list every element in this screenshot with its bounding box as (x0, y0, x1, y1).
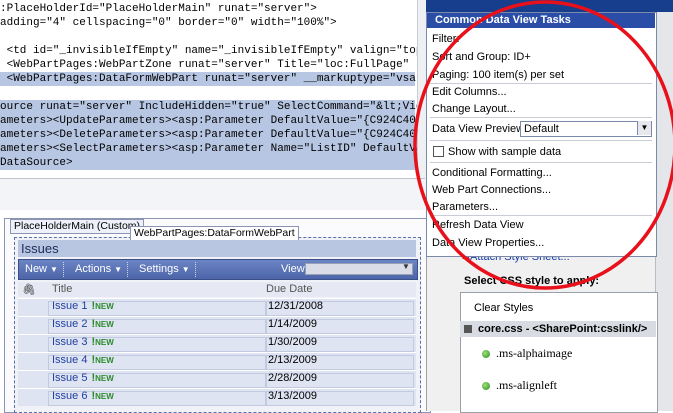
new-badge: NEW (95, 356, 114, 365)
new-menu-button[interactable]: New ▼ (25, 262, 58, 277)
separator (430, 162, 652, 163)
sort-group-link[interactable]: Sort and Group: ID+ (432, 51, 531, 63)
code-line[interactable]: ameters><SelectParameters><asp:Parameter… (0, 142, 425, 156)
code-line[interactable]: :PlaceHolderId="PlaceHolderMain" runat="… (0, 2, 317, 16)
clear-styles-item[interactable]: Clear Styles (474, 302, 533, 314)
toolbar-separator (63, 262, 66, 277)
css-style-item[interactable]: .ms-alignleft (482, 378, 557, 393)
due-date: 1/14/2009 (268, 318, 317, 330)
separator (430, 83, 652, 84)
data-view-preview-select[interactable]: Default (520, 121, 652, 137)
style-bullet-icon (482, 382, 490, 390)
code-line[interactable]: ource runat="server" IncludeHidden="true… (0, 100, 425, 114)
separator (430, 215, 652, 216)
new-badge: NEW (95, 392, 114, 401)
chevron-down-icon[interactable]: ▼ (637, 121, 651, 135)
issue-title-link[interactable]: Issue 6 !NEW (52, 390, 114, 402)
issue-title-link[interactable]: Issue 2 !NEW (52, 318, 114, 330)
issue-title-link[interactable]: Issue 3 !NEW (52, 336, 114, 348)
chevron-down-icon[interactable]: ▼ (402, 262, 410, 271)
css-file-header[interactable]: core.css - <SharePoint:csslink/> (460, 321, 656, 337)
parameters-link[interactable]: Parameters... (432, 201, 498, 213)
chevron-down-icon: ▼ (181, 265, 190, 274)
table-row[interactable]: Issue 6 !NEW 3/13/2009 (18, 388, 416, 406)
toolbar-separator (195, 262, 198, 277)
issue-title-link[interactable]: Issue 4 !NEW (52, 354, 114, 366)
due-date: 1/30/2009 (268, 336, 317, 348)
sample-data-checkbox[interactable] (433, 146, 444, 157)
popup-title: Common Data View Tasks (435, 14, 571, 26)
chevron-down-icon: ▼ (50, 265, 58, 274)
webpart-tab[interactable]: WebPartPages:DataFormWebPart (130, 226, 299, 241)
select-css-label: Select CSS style to apply: (464, 275, 600, 287)
code-line[interactable]: <WebPartPages:DataFormWebPart runat="ser… (0, 72, 425, 86)
settings-menu-button[interactable]: Settings ▼ (139, 262, 190, 277)
attachment-icon: 🖇 (22, 284, 36, 296)
preview-label: Data View Preview: (432, 123, 528, 135)
placeholder-tab[interactable]: PlaceHolderMain (Custom) (10, 219, 145, 234)
edit-columns-link[interactable]: Edit Columns... (432, 86, 507, 98)
new-badge: NEW (95, 374, 114, 383)
split-divider (0, 178, 425, 211)
due-date: 2/28/2009 (268, 372, 317, 384)
table-row[interactable]: Issue 3 !NEW 1/30/2009 (18, 334, 416, 352)
new-badge: NEW (95, 338, 114, 347)
column-title[interactable]: Title (52, 283, 72, 295)
new-badge: NEW (95, 302, 114, 311)
code-line[interactable]: ameters><DeleteParameters><asp:Parameter… (0, 128, 425, 142)
data-view-properties-link[interactable]: Data View Properties... (432, 237, 544, 249)
table-row[interactable]: Issue 1 !NEW 12/31/2008 (18, 298, 416, 316)
code-line[interactable]: <td id="_invisibleIfEmpty" name="_invisi… (0, 44, 425, 58)
chevron-down-icon: ▼ (114, 265, 122, 274)
table-row[interactable]: Issue 4 !NEW 2/13/2009 (18, 352, 416, 370)
code-line[interactable]: DataSource> (0, 156, 415, 170)
change-layout-link[interactable]: Change Layout... (432, 103, 516, 115)
issue-title-link[interactable]: Issue 5 !NEW (52, 372, 114, 384)
view-dropdown[interactable] (305, 263, 413, 275)
preview-select-value: Default (524, 123, 559, 135)
style-bullet-icon (482, 350, 490, 358)
new-badge: NEW (95, 320, 114, 329)
webpart-title-bar: Issues (18, 240, 416, 257)
column-due-date[interactable]: Due Date (266, 283, 312, 295)
issue-title-link[interactable]: Issue 1 !NEW (52, 300, 114, 312)
css-style-item[interactable]: .ms-alphaimage (482, 346, 572, 361)
separator (430, 140, 652, 141)
code-line[interactable]: <WebPartPages:WebPartZone runat="server"… (0, 58, 425, 72)
due-date: 3/13/2009 (268, 390, 317, 402)
table-row[interactable]: Issue 5 !NEW 2/28/2009 (18, 370, 416, 388)
conditional-formatting-link[interactable]: Conditional Formatting... (432, 167, 552, 179)
collapse-icon[interactable] (464, 325, 472, 333)
filter-link[interactable]: Filter: (432, 33, 460, 45)
due-date: 2/13/2009 (268, 354, 317, 366)
web-part-connections-link[interactable]: Web Part Connections... (432, 184, 551, 196)
css-file-name: core.css - <SharePoint:csslink/> (478, 323, 648, 335)
due-date: 12/31/2008 (268, 300, 324, 312)
table-row[interactable]: Issue 2 !NEW 1/14/2009 (18, 316, 416, 334)
popup-title-bar: Common Data View Tasks (427, 13, 655, 28)
refresh-data-view-link[interactable]: Refresh Data View (432, 219, 524, 231)
toolbar-separator (127, 262, 130, 277)
view-label: View: (281, 263, 308, 275)
code-line[interactable]: ameters><UpdateParameters><asp:Parameter… (0, 114, 425, 128)
actions-menu-button[interactable]: Actions ▼ (75, 262, 122, 277)
separator (430, 117, 652, 118)
webpart-title: Issues (21, 241, 59, 256)
column-header-row: 🖇 Title Due Date (18, 282, 416, 297)
paging-link[interactable]: Paging: 100 item(s) per set (432, 69, 564, 81)
code-line[interactable]: adding="4" cellspacing="0" border="0" wi… (0, 16, 337, 30)
sample-data-label[interactable]: Show with sample data (448, 146, 561, 158)
